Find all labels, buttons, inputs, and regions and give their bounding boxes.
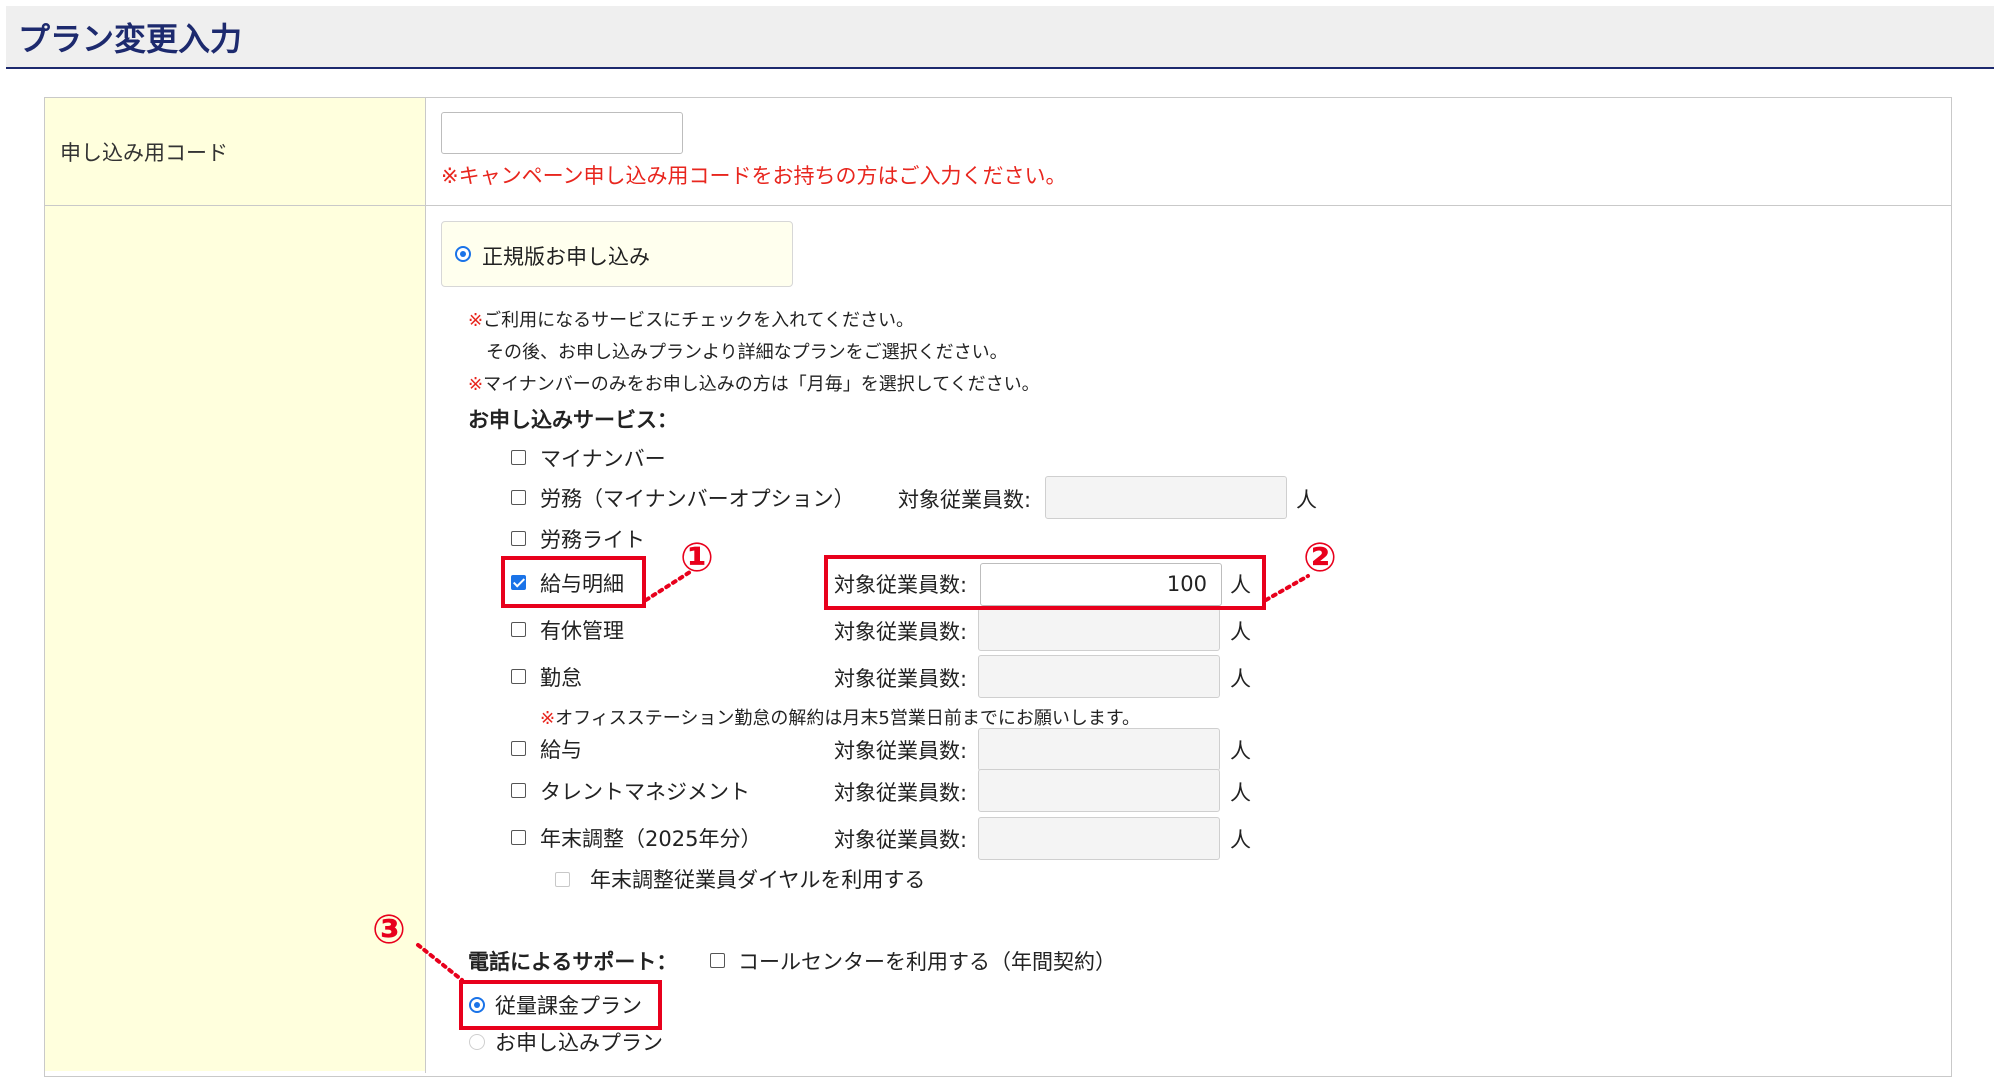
annotation-number-one: ①	[680, 535, 714, 581]
connector-two	[1264, 574, 1310, 602]
annotation-connectors	[416, 570, 1310, 982]
connector-three	[416, 943, 464, 982]
annotation-number-two: ②	[1303, 535, 1337, 581]
annotation-number-three: ③	[372, 907, 406, 953]
